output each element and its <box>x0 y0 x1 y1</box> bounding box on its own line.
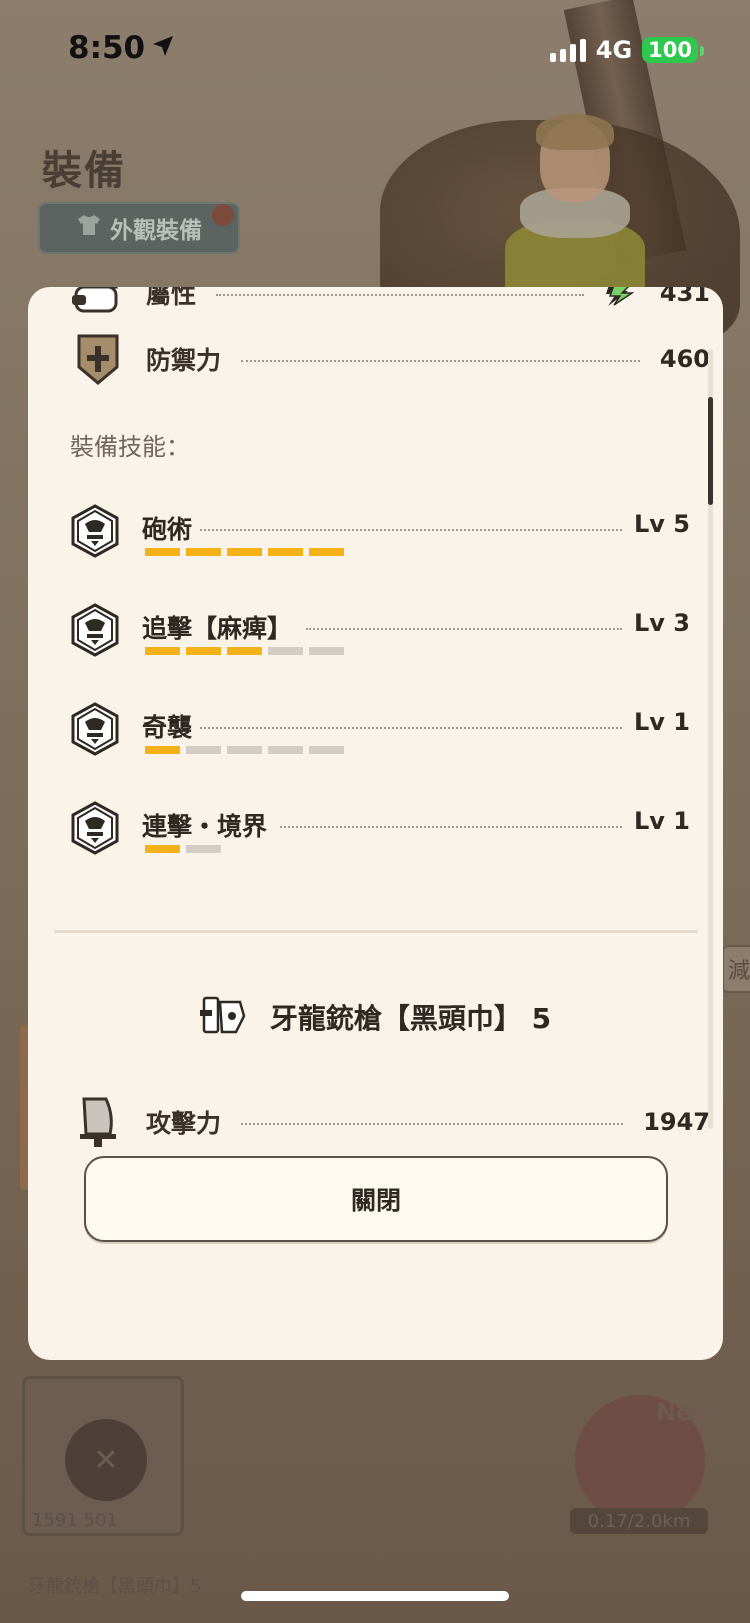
page-title: 裝備 <box>42 148 126 194</box>
skill-name: 奇襲 <box>142 713 193 742</box>
notification-dot <box>212 204 234 226</box>
sword-icon <box>70 1094 126 1150</box>
scrollbar-thumb[interactable] <box>708 397 713 505</box>
appearance-button-label: 外觀裝備 <box>110 218 202 244</box>
skill-name: 連擊・境界 <box>142 812 268 841</box>
skill-icon <box>70 504 120 558</box>
skill-bar-empty <box>186 845 221 853</box>
skill-bar-empty <box>268 647 303 655</box>
network-type: 4G <box>595 36 633 64</box>
skill-level-bars <box>145 746 344 754</box>
skill-icon <box>70 702 120 756</box>
skills-caption: 裝備技能： <box>70 433 190 461</box>
shirt-icon <box>76 214 102 242</box>
battery-icon: 100 <box>642 37 704 63</box>
skill-item[interactable]: 砲術 Lv 5 <box>70 504 690 584</box>
thunder-element-icon <box>604 287 638 308</box>
stat-label: 防禦力 <box>146 346 222 375</box>
skill-bar-filled <box>145 548 180 556</box>
skill-item[interactable]: 連擊・境界 Lv 1 <box>70 801 690 881</box>
side-tab[interactable]: 減 <box>722 945 750 993</box>
stat-label: 攻擊力 <box>146 1109 222 1138</box>
stat-row-element: 屬性 431 <box>70 287 710 323</box>
skill-level-bars <box>145 548 344 556</box>
skill-bar-empty <box>227 746 262 754</box>
element-icon <box>70 287 126 321</box>
new-badge: New <box>656 1398 715 1426</box>
signal-bars-icon <box>549 38 586 62</box>
skill-bar-filled <box>309 548 344 556</box>
weapon-header: 牙龍銃槍【黑頭巾】 5 <box>28 992 723 1042</box>
skill-level: Lv 1 <box>634 708 690 736</box>
shield-icon <box>70 331 126 387</box>
skill-bar-filled <box>227 647 262 655</box>
skill-bar-filled <box>145 845 180 853</box>
card-label: 牙龍銃槍【黑頭巾】5 <box>28 1576 202 1597</box>
skill-bar-empty <box>268 746 303 754</box>
stat-value: 1947 <box>643 1108 710 1136</box>
location-arrow-icon <box>151 30 175 66</box>
gunlance-icon <box>199 992 246 1042</box>
skill-item[interactable]: 奇襲 Lv 1 <box>70 702 690 782</box>
skill-level-bars <box>145 845 221 853</box>
skill-bar-filled <box>186 548 221 556</box>
close-icon: ✕ <box>65 1419 147 1501</box>
skill-level: Lv 1 <box>634 807 690 835</box>
stat-row-defense: 防禦力 460 <box>70 329 710 389</box>
skill-level: Lv 3 <box>634 609 690 637</box>
close-button[interactable]: 關閉 <box>84 1156 668 1242</box>
appearance-equipment-button[interactable]: 外觀裝備 <box>38 202 240 254</box>
stat-row-attack: 攻擊力 1947 <box>70 1092 710 1152</box>
skill-name: 砲術 <box>142 515 193 544</box>
weapon-name: 牙龍銃槍【黑頭巾】 5 <box>269 1002 552 1035</box>
skill-bar-empty <box>309 647 344 655</box>
stat-value: 460 <box>659 345 710 373</box>
card-stats: 1591 501 <box>32 1510 118 1531</box>
clock: 8:50 <box>68 30 146 66</box>
modal-scroll-area[interactable]: 屬性 431 防禦力 460 裝備技能： 砲術 Lv 5 追擊【麻痺】 Lv 3… <box>28 287 723 1177</box>
skill-level-bars <box>145 647 344 655</box>
skill-icon <box>70 603 120 657</box>
status-bar: 8:50 4G 100 <box>0 0 750 100</box>
skill-bar-filled <box>227 548 262 556</box>
skill-bar-filled <box>268 548 303 556</box>
skill-bar-filled <box>186 647 221 655</box>
home-indicator[interactable] <box>241 1591 509 1601</box>
distance-readout: 0.17/2.0km <box>570 1508 708 1534</box>
skill-item[interactable]: 追擊【麻痺】 Lv 3 <box>70 603 690 683</box>
skill-bar-filled <box>145 647 180 655</box>
skill-level: Lv 5 <box>634 510 690 538</box>
skill-bar-filled <box>145 746 180 754</box>
skill-icon <box>70 801 120 855</box>
section-divider <box>54 930 698 933</box>
stat-value: 431 <box>659 287 710 307</box>
hunter-hair <box>536 114 614 150</box>
skill-bar-empty <box>309 746 344 754</box>
skill-name: 追擊【麻痺】 <box>142 614 293 643</box>
stat-label: 屬性 <box>146 287 197 309</box>
equipment-detail-modal: 屬性 431 防禦力 460 裝備技能： 砲術 Lv 5 追擊【麻痺】 Lv 3… <box>28 287 723 1360</box>
skill-bar-empty <box>186 746 221 754</box>
